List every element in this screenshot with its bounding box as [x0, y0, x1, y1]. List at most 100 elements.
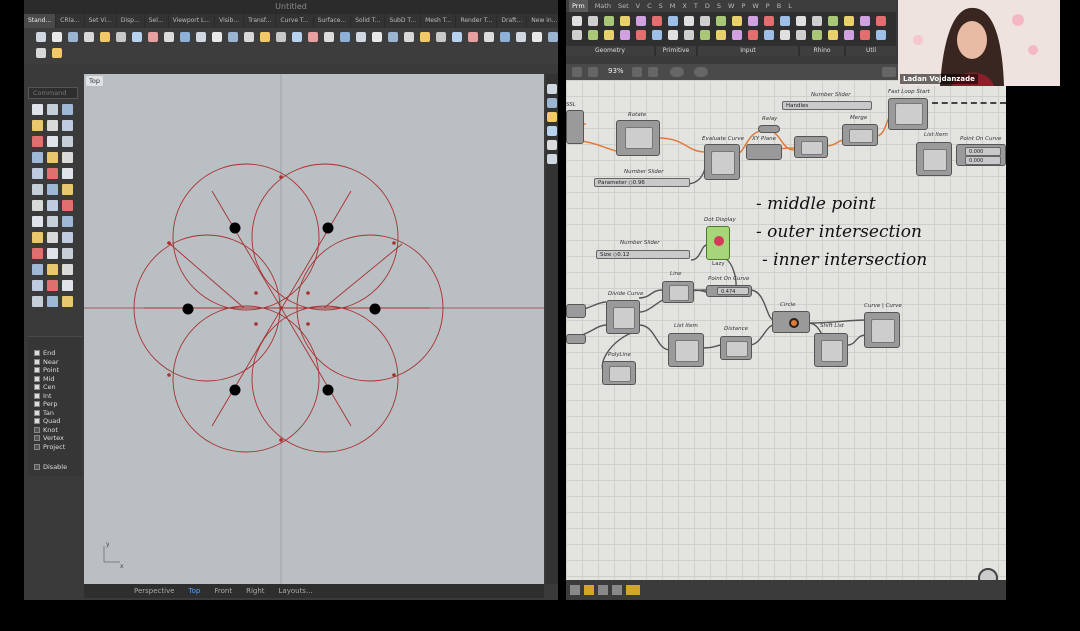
gh-component-icon[interactable]	[828, 30, 838, 40]
left-node-1[interactable]	[566, 304, 586, 318]
toolbar-tab[interactable]: Curve T...	[276, 14, 314, 28]
toolbar-tab[interactable]: Viewport L...	[169, 14, 216, 28]
left-tool-icon[interactable]	[62, 280, 73, 291]
canvas-icon-5[interactable]	[626, 585, 640, 595]
toolbar-tool-icon[interactable]	[244, 32, 254, 42]
gh-tab[interactable]: B	[777, 0, 781, 12]
gh-tab[interactable]: S	[659, 0, 663, 12]
toolbar-tool-icon[interactable]	[132, 32, 142, 42]
gh-tab[interactable]: L	[788, 0, 792, 12]
toolbar-tab[interactable]: Sel...	[145, 14, 169, 28]
gh-component-icon[interactable]	[604, 16, 614, 26]
top-viewport[interactable]: y x Top	[84, 74, 544, 584]
display-icon[interactable]	[882, 67, 896, 77]
gh-component-icon[interactable]	[812, 16, 822, 26]
left-tool-icon[interactable]	[62, 264, 73, 275]
gh-component-icon[interactable]	[588, 16, 598, 26]
toolbar-tool-icon[interactable]	[292, 32, 302, 42]
panel-icon[interactable]	[547, 140, 557, 150]
toolbar-tool-icon[interactable]	[356, 32, 366, 42]
left-tool-icon[interactable]	[47, 232, 58, 243]
canvas-icon-2[interactable]	[584, 585, 594, 595]
left-tool-icon[interactable]	[47, 136, 58, 147]
gh-component-icon[interactable]	[764, 16, 774, 26]
toolbar-tool-icon[interactable]	[532, 32, 542, 42]
toolbar-tool-icon[interactable]	[260, 32, 270, 42]
preview-icon[interactable]	[670, 67, 684, 77]
left-tool-icon[interactable]	[32, 152, 43, 163]
left-tool-icon[interactable]	[47, 120, 58, 131]
toolbar-tab[interactable]: Disp...	[117, 14, 145, 28]
toolbar-tool-icon[interactable]	[324, 32, 334, 42]
toolbar-tool-icon[interactable]	[484, 32, 494, 42]
zoom-icon[interactable]	[632, 67, 642, 77]
left-tool-icon[interactable]	[47, 216, 58, 227]
gh-component-icon[interactable]	[652, 30, 662, 40]
toolbar-tool-icon[interactable]	[452, 32, 462, 42]
gh-component-icon[interactable]	[604, 30, 614, 40]
left-tool-icon[interactable]	[62, 136, 73, 147]
osnap-vertex[interactable]: Vertex	[34, 434, 64, 442]
left-tool-icon[interactable]	[62, 216, 73, 227]
osnap-checkbox[interactable]	[34, 358, 40, 365]
gh-component-icon[interactable]	[828, 16, 838, 26]
toolbar-tool-icon[interactable]	[548, 32, 558, 42]
gh-tab[interactable]: W	[752, 0, 758, 12]
viewport-tab[interactable]: Perspective	[134, 587, 175, 595]
divide-curve-node[interactable]	[606, 300, 640, 334]
left-tool-icon[interactable]	[62, 168, 73, 179]
fast-loop-node[interactable]	[888, 98, 928, 130]
gh-tab[interactable]: P	[766, 0, 770, 12]
osnap-checkbox[interactable]	[34, 409, 40, 416]
circle-node[interactable]	[772, 311, 810, 333]
toolbar-tool-icon[interactable]	[404, 32, 414, 42]
gh-component-icon[interactable]	[844, 16, 854, 26]
gh-component-icon[interactable]	[668, 16, 678, 26]
gh-tab[interactable]: P	[741, 0, 745, 12]
osnap-end[interactable]: End	[34, 349, 55, 357]
panel-icon[interactable]	[547, 154, 557, 164]
merge-node[interactable]	[842, 124, 878, 146]
toolbar-tool-icon[interactable]	[100, 32, 110, 42]
left-tool-icon[interactable]	[47, 264, 58, 275]
viewport-label[interactable]: Top	[86, 76, 103, 86]
osnap-checkbox[interactable]	[34, 418, 40, 424]
toolbar-tool-icon[interactable]	[196, 32, 206, 42]
pc-top-val2[interactable]: 0.000	[965, 156, 1001, 165]
gh-component-icon[interactable]	[588, 30, 598, 40]
toolbar-tab[interactable]: New in...	[527, 14, 558, 28]
toolbar-tool-icon[interactable]	[516, 32, 526, 42]
gh-component-icon[interactable]	[764, 30, 774, 40]
bake-icon[interactable]	[694, 67, 708, 77]
gh-component-icon[interactable]	[636, 30, 646, 40]
left-tool-icon[interactable]	[32, 104, 43, 115]
point-on-curve-value[interactable]: 0.474	[717, 287, 749, 295]
left-tool-icon[interactable]	[47, 104, 58, 115]
gh-component-icon[interactable]	[572, 30, 582, 40]
toolbar-tool-icon[interactable]	[68, 32, 78, 42]
panel-icon[interactable]	[547, 98, 557, 108]
toolbar-tab[interactable]: Surface...	[314, 14, 352, 28]
left-tool-icon[interactable]	[62, 248, 73, 259]
toolbar-tool-icon[interactable]	[36, 48, 46, 58]
toolbar-tool-icon[interactable]	[36, 32, 46, 42]
toolbar-tab[interactable]: Draft...	[497, 14, 528, 28]
left-tool-icon[interactable]	[47, 280, 58, 291]
gh-tab[interactable]: Prm	[569, 0, 588, 12]
gh-component-icon[interactable]	[748, 30, 758, 40]
gh-category[interactable]: Primitive	[656, 46, 696, 56]
gh-component-icon[interactable]	[748, 16, 758, 26]
gh-tab[interactable]: C	[647, 0, 652, 12]
gh-component-icon[interactable]	[668, 30, 678, 40]
distance-node[interactable]	[720, 336, 752, 360]
toolbar-tool-icon[interactable]	[276, 32, 286, 42]
toolbar-tool-icon[interactable]	[212, 32, 222, 42]
left-tool-icon[interactable]	[62, 120, 73, 131]
left-tool-icon[interactable]	[32, 184, 43, 195]
gh-component-icon[interactable]	[652, 16, 662, 26]
toolbar-tab[interactable]: Stand...	[24, 14, 57, 28]
canvas-icon-1[interactable]	[570, 585, 580, 595]
toolbar-tool-icon[interactable]	[468, 32, 478, 42]
polyline-node[interactable]	[602, 361, 636, 385]
command-input[interactable]: Command	[28, 87, 78, 99]
